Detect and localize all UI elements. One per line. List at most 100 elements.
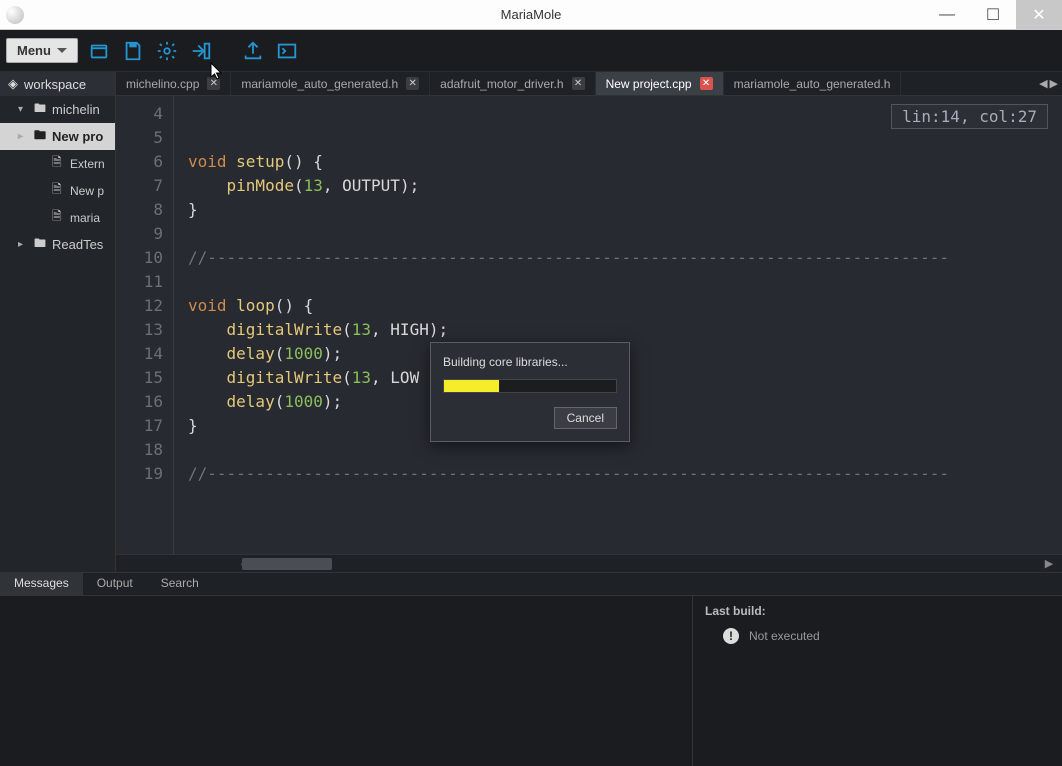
tab-scroll-left-icon[interactable]: ◀ xyxy=(1039,77,1047,90)
progress-fill xyxy=(444,380,499,392)
settings-icon[interactable] xyxy=(154,38,180,64)
expand-icon: ▸ xyxy=(18,131,28,142)
code-content[interactable]: void setup() { pinMode(13, OUTPUT);} //--… xyxy=(174,96,1062,554)
editor-hscrollbar[interactable]: ◀ ▶ xyxy=(116,554,1062,572)
save-icon[interactable] xyxy=(120,38,146,64)
code-line[interactable] xyxy=(188,270,1062,294)
code-editor[interactable]: 45678910111213141516171819 void setup() … xyxy=(116,96,1062,554)
file-icon: 🗎 xyxy=(52,153,66,174)
code-line[interactable]: pinMode(13, OUTPUT); xyxy=(188,174,1062,198)
tab-michelino-cpp[interactable]: michelino.cpp ✕ xyxy=(116,72,231,95)
cursor-position: lin:14, col:27 xyxy=(891,104,1048,129)
terminal-icon[interactable] xyxy=(274,38,300,64)
tree-item-michelin[interactable]: ▾ 🖿 michelin xyxy=(0,96,115,123)
bottom-tabbar: MessagesOutputSearch xyxy=(0,572,1062,596)
line-number: 15 xyxy=(116,366,163,390)
progress-bar xyxy=(443,379,617,393)
line-gutter: 45678910111213141516171819 xyxy=(116,96,174,554)
build-progress-dialog: Building core libraries... Cancel xyxy=(430,342,630,442)
code-line[interactable] xyxy=(188,126,1062,150)
minimize-button[interactable]: — xyxy=(924,0,970,29)
tree-item-maria[interactable]: 🗎 maria xyxy=(0,204,115,231)
tab-label: adafruit_motor_driver.h xyxy=(440,77,563,91)
diamond-icon: ◈ xyxy=(8,76,18,92)
tab-new-project-cpp[interactable]: New project.cpp ✕ xyxy=(596,72,724,95)
expand-icon: ▸ xyxy=(18,239,28,250)
tree-label: New pro xyxy=(52,129,103,144)
line-number: 17 xyxy=(116,414,163,438)
code-line[interactable]: void setup() { xyxy=(188,150,1062,174)
code-line[interactable] xyxy=(188,222,1062,246)
line-number: 4 xyxy=(116,102,163,126)
bottom-tab-messages[interactable]: Messages xyxy=(0,573,83,595)
tree-label: Extern xyxy=(70,157,105,171)
code-line[interactable]: //--------------------------------------… xyxy=(188,246,1062,270)
tab-label: New project.cpp xyxy=(606,77,692,91)
maximize-button[interactable]: ☐ xyxy=(970,0,1016,29)
close-icon[interactable]: ✕ xyxy=(406,77,419,90)
tab-scroll-right-icon[interactable]: ▶ xyxy=(1050,77,1058,90)
line-number: 9 xyxy=(116,222,163,246)
upload-icon[interactable] xyxy=(240,38,266,64)
tab-adafruit-motor-driver-h[interactable]: adafruit_motor_driver.h ✕ xyxy=(430,72,595,95)
tab-label: michelino.cpp xyxy=(126,77,199,91)
file-icon: 🗎 xyxy=(52,180,66,201)
open-icon[interactable] xyxy=(86,38,112,64)
file-tree: ▾ 🖿 michelin ▸ 🖿 New pro 🗎 Extern 🗎 New p 🗎 maria ▸🖿… xyxy=(0,96,115,258)
bottom-tab-output[interactable]: Output xyxy=(83,573,147,595)
cancel-button[interactable]: Cancel xyxy=(554,407,617,429)
menu-button[interactable]: Menu xyxy=(6,38,78,63)
code-line[interactable]: } xyxy=(188,198,1062,222)
line-number: 13 xyxy=(116,318,163,342)
folder-icon: 🖿 xyxy=(34,126,48,147)
tree-item-new-p[interactable]: 🗎 New p xyxy=(0,177,115,204)
code-line[interactable]: //--------------------------------------… xyxy=(188,462,1062,486)
window-titlebar: MariaMole — ☐ ✕ xyxy=(0,0,1062,30)
tab-label: mariamole_auto_generated.h xyxy=(734,77,891,91)
tab-mariamole-auto-generated-h[interactable]: mariamole_auto_generated.h xyxy=(724,72,902,95)
file-icon: 🗎 xyxy=(52,207,66,228)
main-area: ◈ workspace ▾ 🖿 michelin ▸ 🖿 New pro 🗎 Extern 🗎 N… xyxy=(0,72,1062,572)
line-number: 5 xyxy=(116,126,163,150)
line-number: 14 xyxy=(116,342,163,366)
tree-item-readtes[interactable]: ▸🖿ReadTes xyxy=(0,231,115,258)
bottom-panel: Last build: ! Not executed xyxy=(0,596,1062,766)
close-icon[interactable]: ✕ xyxy=(572,77,585,90)
line-number: 10 xyxy=(116,246,163,270)
editor-area: michelino.cpp✕mariamole_auto_generated.h… xyxy=(116,72,1062,572)
line-number: 19 xyxy=(116,462,163,486)
folder-icon: 🖿 xyxy=(34,99,48,120)
editor-tabbar: michelino.cpp✕mariamole_auto_generated.h… xyxy=(116,72,1062,96)
code-line[interactable]: digitalWrite(13, HIGH); xyxy=(188,318,1062,342)
code-line[interactable]: void loop() { xyxy=(188,294,1062,318)
sidebar-title: workspace xyxy=(24,77,86,92)
tree-label: michelin xyxy=(52,102,100,117)
menu-label: Menu xyxy=(17,43,51,58)
line-number: 8 xyxy=(116,198,163,222)
line-number: 11 xyxy=(116,270,163,294)
sidebar-header[interactable]: ◈ workspace xyxy=(0,72,115,96)
expand-icon: ▾ xyxy=(18,104,28,115)
window-title: MariaMole xyxy=(501,7,562,22)
scroll-thumb[interactable] xyxy=(242,558,332,570)
close-button[interactable]: ✕ xyxy=(1016,0,1062,29)
tab-mariamole-auto-generated-h[interactable]: mariamole_auto_generated.h ✕ xyxy=(231,72,430,95)
tab-label: mariamole_auto_generated.h xyxy=(241,77,398,91)
build-status-panel: Last build: ! Not executed xyxy=(692,596,1062,766)
build-status-text: Not executed xyxy=(749,629,820,643)
scroll-right-icon[interactable]: ▶ xyxy=(1038,555,1060,572)
build-icon[interactable] xyxy=(188,38,214,64)
dialog-message: Building core libraries... xyxy=(443,355,617,369)
bottom-tab-search[interactable]: Search xyxy=(147,573,213,595)
tree-item-new-pro[interactable]: ▸ 🖿 New pro xyxy=(0,123,115,150)
close-icon[interactable]: ✕ xyxy=(700,77,713,90)
close-icon[interactable]: ✕ xyxy=(207,77,220,90)
line-number: 12 xyxy=(116,294,163,318)
tab-nav: ◀ ▶ xyxy=(1035,72,1062,95)
warning-icon: ! xyxy=(723,628,739,644)
tree-label: New p xyxy=(70,184,104,198)
tree-label: ReadTes xyxy=(52,237,103,252)
tree-item-extern[interactable]: 🗎 Extern xyxy=(0,150,115,177)
window-controls: — ☐ ✕ xyxy=(924,0,1062,29)
tree-label: maria xyxy=(70,211,100,225)
